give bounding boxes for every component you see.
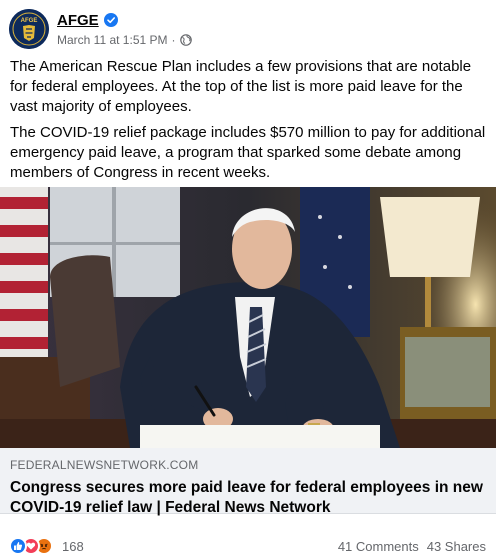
- post-header: AFGE AFGE March 11 at 1:51 PM ·: [0, 0, 496, 56]
- post-paragraph: The American Rescue Plan includes a few …: [10, 58, 472, 115]
- link-preview-image[interactable]: [0, 187, 496, 448]
- post-timestamp[interactable]: March 11 at 1:51 PM: [57, 33, 168, 47]
- page-name-link[interactable]: AFGE: [57, 12, 99, 29]
- president-signing-photo: [0, 187, 496, 448]
- post-body: The American Rescue Plan includes a few …: [10, 57, 486, 189]
- post-paragraph: The COVID-19 relief package includes $57…: [10, 124, 486, 181]
- link-preview-card[interactable]: FEDERALNEWSNETWORK.COM Congress secures …: [0, 187, 496, 527]
- link-title[interactable]: Congress secures more paid leave for fed…: [10, 478, 484, 518]
- verified-badge-icon: [103, 13, 118, 27]
- reactions-bar: 168 41 Comments 43 Shares: [0, 532, 496, 560]
- like-icon: [9, 537, 27, 555]
- afge-logo: AFGE: [9, 9, 49, 49]
- globe-icon[interactable]: [179, 34, 192, 46]
- link-domain: FEDERALNEWSNETWORK.COM: [10, 458, 199, 472]
- reaction-count[interactable]: 168: [62, 539, 84, 554]
- avatar-text: AFGE: [21, 18, 38, 24]
- comments-count[interactable]: 41 Comments: [338, 539, 419, 554]
- avatar[interactable]: AFGE: [9, 9, 49, 49]
- link-info[interactable]: FEDERALNEWSNETWORK.COM Congress secures …: [0, 448, 496, 516]
- meta-separator: ·: [171, 33, 176, 47]
- shares-count[interactable]: 43 Shares: [427, 539, 486, 554]
- reaction-icons[interactable]: [9, 537, 53, 555]
